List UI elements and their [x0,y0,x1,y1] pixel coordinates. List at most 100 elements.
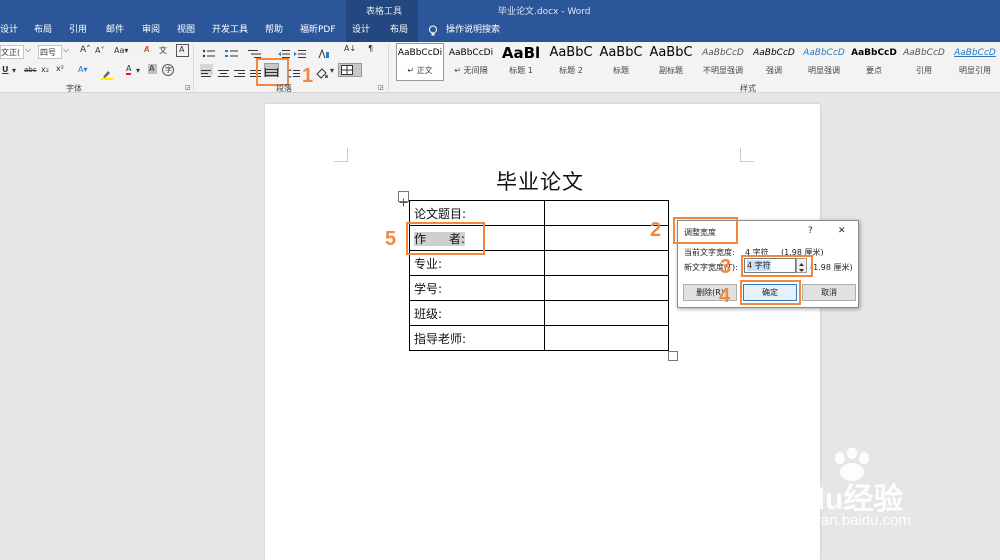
line-spacing-icon[interactable] [288,64,300,78]
align-center-icon[interactable] [217,64,230,77]
tab-mailings[interactable]: 邮件 [106,22,124,35]
style-subtle-emphasis[interactable]: AaBbCcD 不明显强调 [697,43,749,81]
style-name: 明显引用 [959,66,991,75]
table-resize-handle[interactable] [668,351,678,361]
table-row: 学号: [409,275,669,301]
style-heading-1[interactable]: AaBl 标题 1 [497,43,545,81]
style-name: 不明显强调 [703,66,743,75]
chevron-down-icon[interactable]: ▾ [12,66,16,75]
style-name: 引用 [916,66,932,75]
table-value-cell[interactable] [544,250,669,276]
chevron-down-icon[interactable]: ▾ [330,66,334,75]
font-group-label: 字体 [66,84,82,93]
paragraph-group-label: 段落 [276,84,292,93]
callout-box-author [406,222,485,255]
group-divider [388,44,389,90]
strikethrough-icon[interactable]: abc [24,66,37,74]
chevron-down-icon[interactable]: ▾ [136,66,140,75]
style-heading-2[interactable]: AaBbC 标题 2 [547,43,595,81]
shading-icon[interactable] [316,64,328,79]
align-right-icon[interactable] [233,64,246,77]
tab-developer[interactable]: 开发工具 [212,22,248,35]
subscript-icon[interactable]: x₂ [41,65,49,74]
grow-font-icon[interactable]: A˄ [80,45,91,55]
callout-box-dialog-title [673,217,738,244]
align-left-icon[interactable] [200,64,213,77]
style-no-spacing[interactable]: AaBbCcDi ↵ 无间隔 [447,43,495,81]
style-preview: AaBbCcD [803,48,845,58]
clear-format-icon[interactable]: A̸ [144,45,149,54]
new-width-cm: (1.98 厘米) [810,263,853,272]
font-color-icon[interactable]: A [126,64,132,75]
multilevel-list-icon[interactable] [248,44,262,58]
bullets-icon[interactable] [202,44,216,58]
watermark-url: jingyan.baidu.com [790,512,911,529]
document-title[interactable]: 毕业论文 [496,166,584,196]
chevron-down-icon[interactable]: ⌵ [63,45,69,55]
borders-button[interactable] [338,63,362,77]
paragraph-dialog-launcher-icon[interactable]: ◲ [378,84,384,91]
crop-mark-top-right [740,148,754,162]
style-preview: AaBbCcD [903,48,945,58]
chevron-down-icon[interactable]: ⌵ [25,45,31,55]
font-name-value: 文正( [1,48,21,57]
show-marks-icon[interactable]: ¶ [368,44,373,53]
enclose-char-icon[interactable]: 字 [162,64,174,76]
underline-icon[interactable]: U [2,65,9,74]
cancel-button[interactable]: 取消 [802,284,856,301]
highlight-icon[interactable] [101,65,113,80]
style-preview: AaBbCcD [753,48,795,58]
table-value-cell[interactable] [544,325,669,351]
sort-icon[interactable]: A↓ [344,44,356,53]
tab-review[interactable]: 审阅 [142,22,160,35]
crop-mark-top-left [334,148,348,162]
table-label-cell[interactable]: 指导老师: [409,325,545,351]
style-strong[interactable]: AaBbCcD 要点 [849,43,899,81]
help-icon[interactable]: ? [808,226,813,236]
tab-view[interactable]: 视图 [177,22,195,35]
style-title[interactable]: AaBbC 标题 [597,43,645,81]
table-row: 班级: [409,300,669,326]
style-name: 明显强调 [808,66,840,75]
table-label-cell[interactable]: 学号: [409,275,545,301]
tab-foxit-pdf[interactable]: 福昕PDF [300,22,336,35]
style-quote[interactable]: AaBbCcD 引用 [899,43,949,81]
text-effects-icon[interactable]: A▾ [78,65,88,74]
tell-me-search[interactable]: 操作说明搜索 [446,22,500,35]
font-name-select[interactable]: 文正( [0,45,24,59]
style-normal[interactable]: AaBbCcDi ↵ 正文 [396,43,444,81]
table-row: 指导老师: [409,325,669,351]
numbering-icon[interactable] [225,44,239,57]
tab-references[interactable]: 引用 [69,22,87,35]
style-emphasis[interactable]: AaBbCcD 强调 [749,43,799,81]
style-intense-quote[interactable]: AaBbCcD 明显引用 [949,43,1000,81]
tab-layout[interactable]: 布局 [34,22,52,35]
table-value-cell[interactable] [544,300,669,326]
increase-indent-icon[interactable] [294,44,306,58]
style-intense-emphasis[interactable]: AaBbCcD 明显强调 [799,43,849,81]
style-preview: AaBl [501,44,541,62]
table-label-cell[interactable]: 班级: [409,300,545,326]
tab-table-layout[interactable]: 布局 [390,22,408,35]
close-icon[interactable]: ✕ [838,226,846,236]
font-size-select[interactable]: 四号 [38,45,62,59]
context-group-label: 表格工具 [366,7,403,17]
char-shading-icon[interactable]: A [148,64,157,74]
style-preview: AaBbCcD [851,48,897,58]
style-subtitle[interactable]: AaBbC 副标题 [647,43,695,81]
table-value-cell[interactable] [544,275,669,301]
tab-help[interactable]: 帮助 [265,22,283,35]
table-move-handle-icon[interactable] [398,191,409,207]
tab-table-design[interactable]: 设计 [352,22,370,35]
chinese-layout-icon[interactable] [318,44,330,59]
superscript-icon[interactable]: x² [56,64,64,73]
shrink-font-icon[interactable]: A˅ [95,46,104,55]
change-case-icon[interactable]: Aa▾ [114,46,128,55]
font-dialog-launcher-icon[interactable]: ◲ [185,84,191,91]
style-name: ↵ 无间隔 [454,66,488,75]
char-border-icon[interactable]: A [176,44,189,57]
phonetic-guide-icon[interactable]: 文 [159,45,167,56]
style-preview: AaBbCcDi [397,48,443,58]
decrease-indent-icon[interactable] [278,44,290,58]
tab-design[interactable]: 设计 [0,22,18,35]
